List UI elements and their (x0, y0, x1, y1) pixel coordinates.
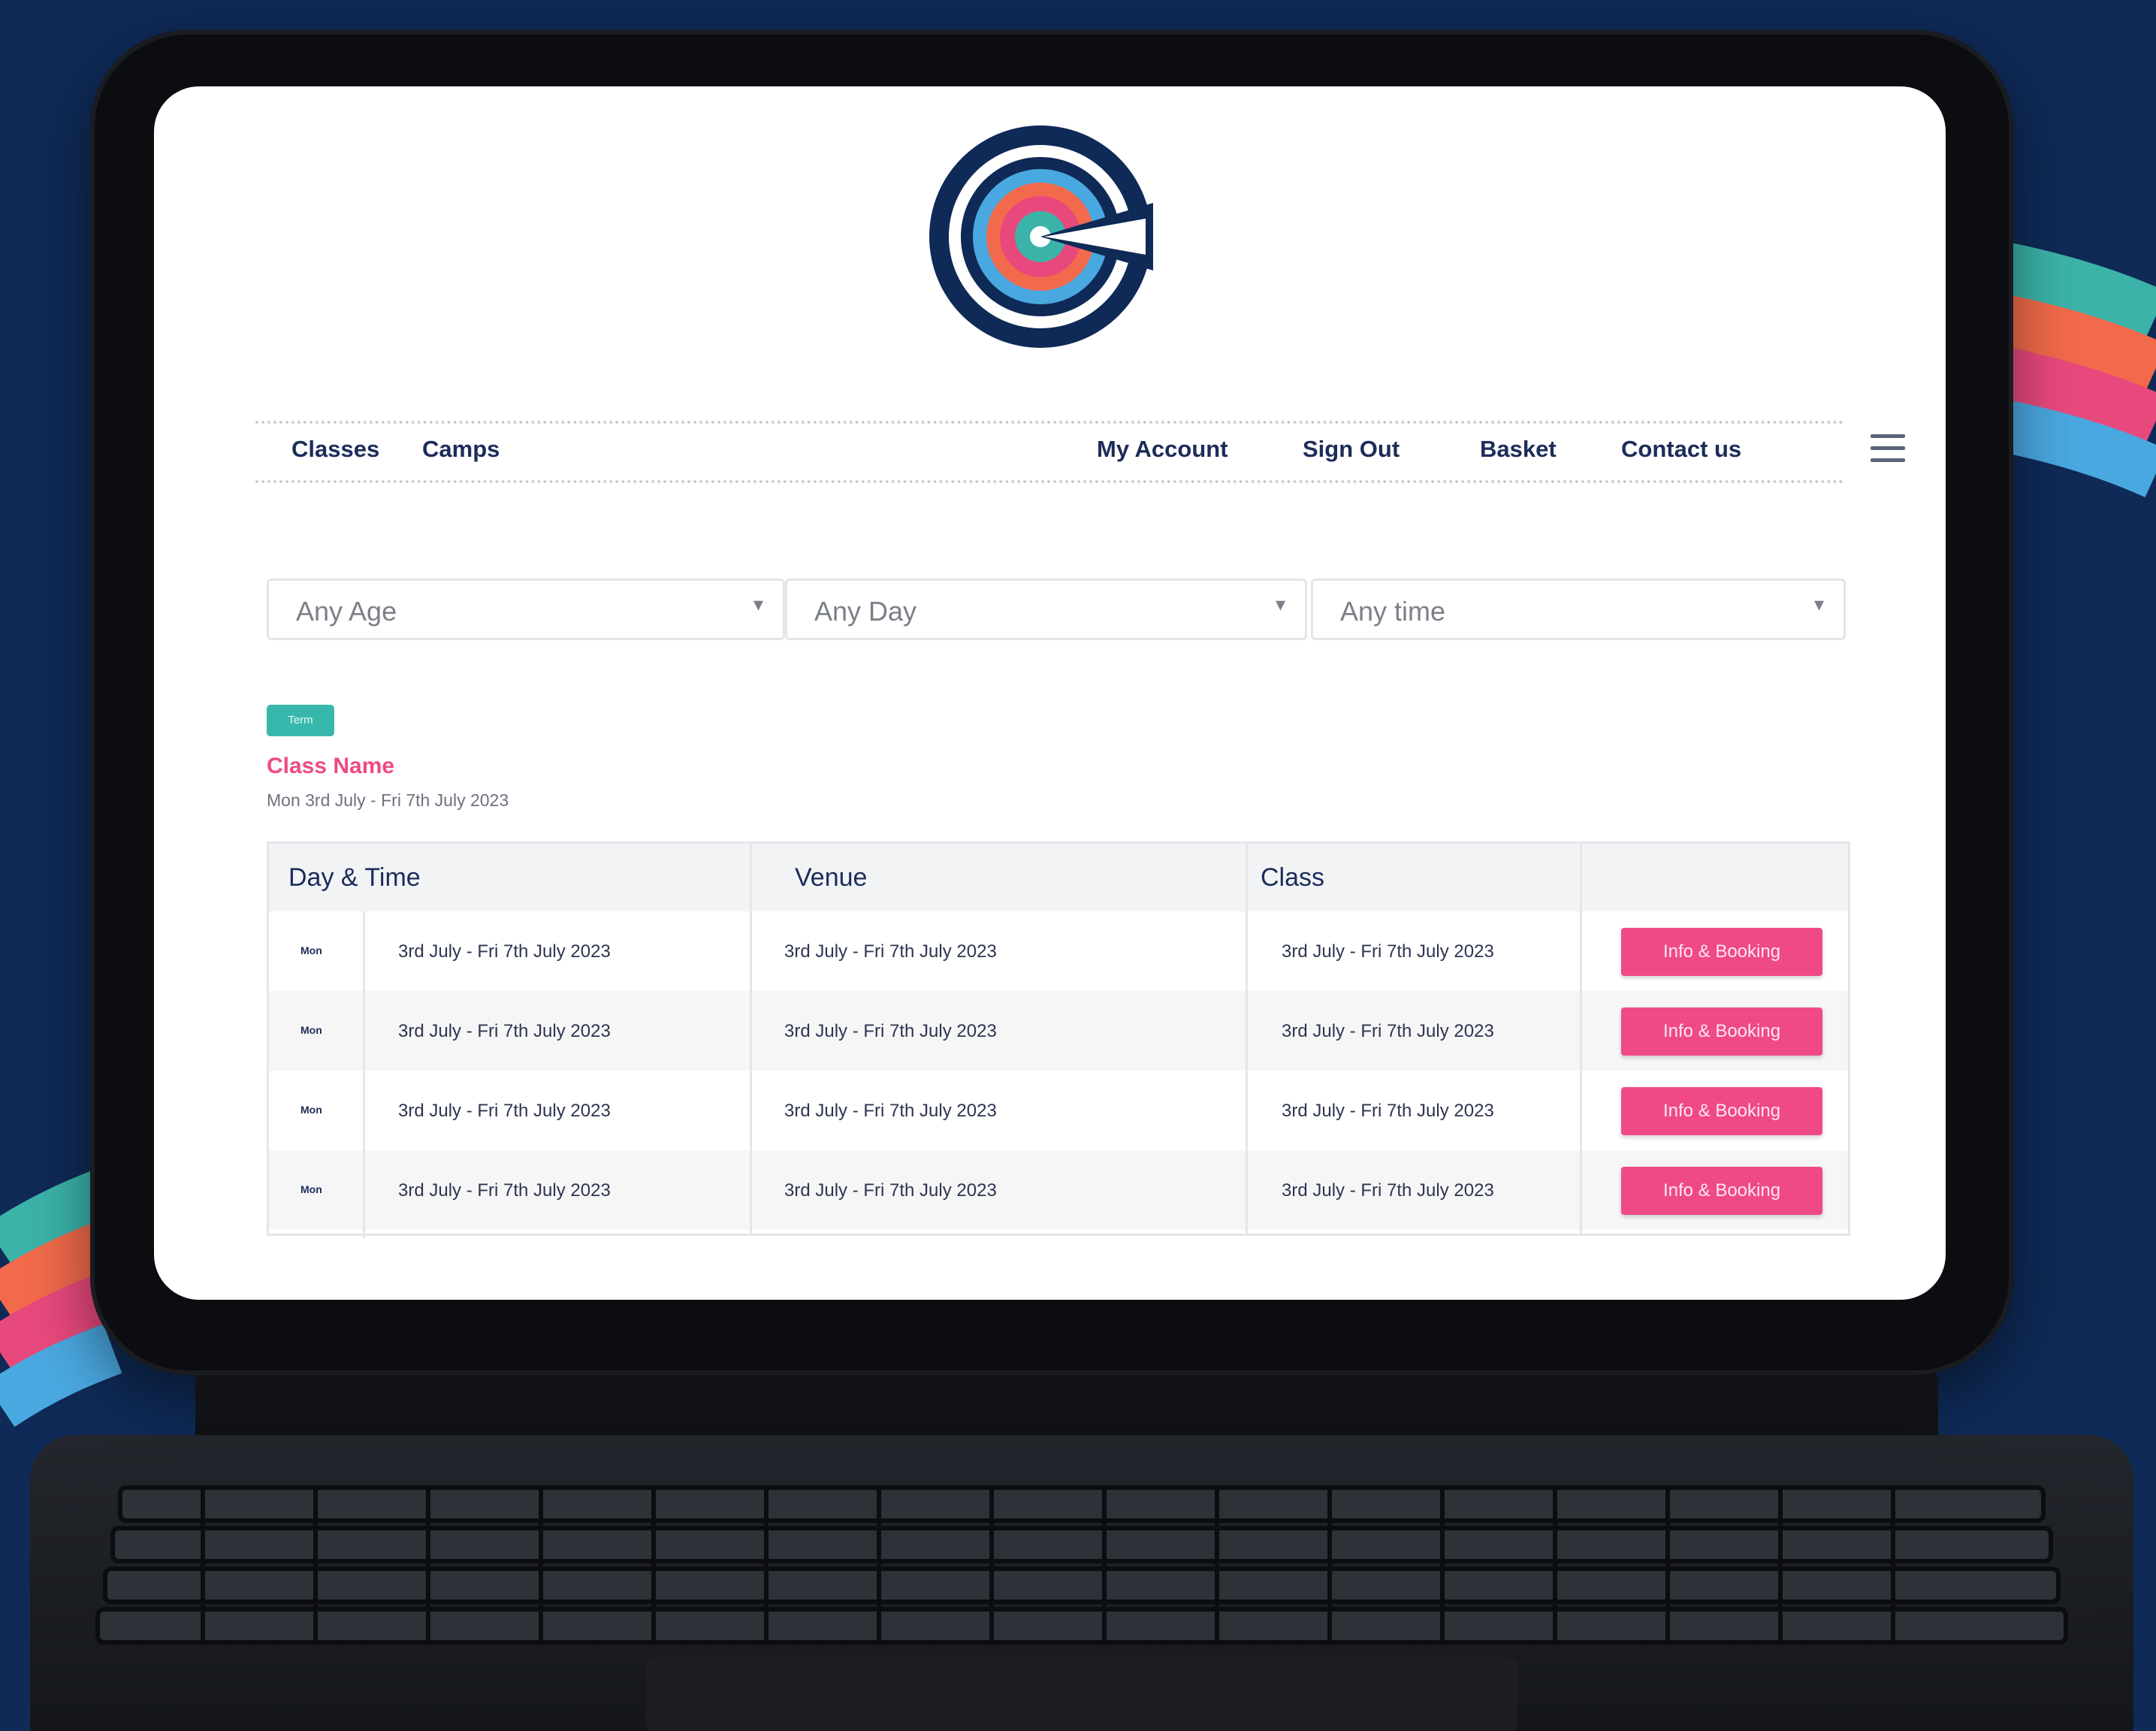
keyboard (30, 1435, 2133, 1731)
row-time: 3rd July - Fri 7th July 2023 (398, 1021, 611, 1041)
age-filter-select[interactable]: Any Age ▾ (267, 579, 785, 640)
class-date-range: Mon 3rd July - Fri 7th July 2023 (267, 790, 509, 810)
time-filter-value: Any time (1340, 596, 1446, 627)
info-booking-button[interactable]: Info & Booking (1621, 1087, 1822, 1135)
tablet-screen: Classes Camps My Account Sign Out Basket… (154, 86, 1946, 1300)
nav-camps[interactable]: Camps (422, 436, 500, 463)
term-badge: Term (267, 705, 334, 736)
row-venue: 3rd July - Fri 7th July 2023 (784, 941, 997, 962)
nav-contact-us[interactable]: Contact us (1621, 436, 1741, 463)
row-time: 3rd July - Fri 7th July 2023 (398, 1101, 611, 1121)
table-header: Day & Time Venue Class (269, 844, 1848, 911)
table-row: Mon 3rd July - Fri 7th July 2023 3rd Jul… (269, 1071, 1848, 1150)
header-venue: Venue (795, 863, 868, 892)
time-filter-select[interactable]: Any time ▾ (1311, 579, 1846, 640)
column-divider (1580, 844, 1582, 1234)
day-filter-value: Any Day (814, 596, 917, 627)
sessions-table: Day & Time Venue Class Mon 3rd July - Fr… (267, 841, 1850, 1238)
chevron-down-icon: ▾ (1813, 593, 1824, 615)
row-time: 3rd July - Fri 7th July 2023 (398, 941, 611, 962)
row-time: 3rd July - Fri 7th July 2023 (398, 1180, 611, 1201)
column-divider (750, 844, 752, 1234)
header-class: Class (1261, 863, 1325, 892)
row-venue: 3rd July - Fri 7th July 2023 (784, 1101, 997, 1121)
table-row: Mon 3rd July - Fri 7th July 2023 3rd Jul… (269, 911, 1848, 991)
info-booking-button[interactable]: Info & Booking (1621, 928, 1822, 976)
row-class: 3rd July - Fri 7th July 2023 (1282, 941, 1494, 962)
info-booking-button[interactable]: Info & Booking (1621, 1007, 1822, 1056)
row-venue: 3rd July - Fri 7th July 2023 (784, 1180, 997, 1201)
column-divider (363, 911, 365, 1238)
info-booking-button[interactable]: Info & Booking (1621, 1167, 1822, 1215)
age-filter-value: Any Age (296, 596, 397, 627)
hamburger-icon[interactable] (1871, 434, 1905, 464)
row-class: 3rd July - Fri 7th July 2023 (1282, 1180, 1494, 1201)
day-filter-select[interactable]: Any Day ▾ (785, 579, 1307, 640)
nav-my-account[interactable]: My Account (1097, 436, 1228, 463)
row-day: Mon (300, 944, 322, 956)
nav-basket[interactable]: Basket (1480, 436, 1557, 463)
column-divider (1246, 844, 1248, 1234)
table-row: Mon 3rd July - Fri 7th July 2023 3rd Jul… (269, 1150, 1848, 1230)
keyboard-keys (95, 1485, 2068, 1731)
row-day: Mon (300, 1104, 322, 1116)
row-class: 3rd July - Fri 7th July 2023 (1282, 1101, 1494, 1121)
class-name-title[interactable]: Class Name (267, 754, 394, 779)
row-venue: 3rd July - Fri 7th July 2023 (784, 1021, 997, 1041)
row-class: 3rd July - Fri 7th July 2023 (1282, 1021, 1494, 1041)
chevron-down-icon: ▾ (753, 593, 763, 615)
nav-classes[interactable]: Classes (291, 436, 379, 463)
row-day: Mon (300, 1024, 322, 1036)
top-navigation: Classes Camps My Account Sign Out Basket… (255, 421, 1905, 483)
brand-logo (929, 125, 1153, 348)
nav-sign-out[interactable]: Sign Out (1303, 436, 1400, 463)
chevron-down-icon: ▾ (1275, 593, 1285, 615)
row-day: Mon (300, 1183, 322, 1195)
table-row: Mon 3rd July - Fri 7th July 2023 3rd Jul… (269, 991, 1848, 1071)
header-day-time: Day & Time (288, 863, 421, 892)
